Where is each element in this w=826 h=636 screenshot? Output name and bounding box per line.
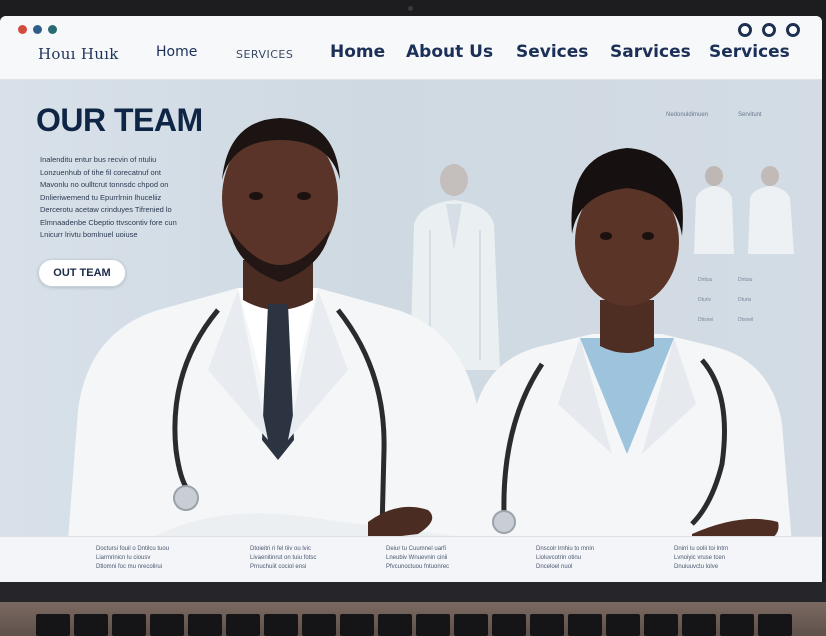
- hero-section: Nedonuldimuen Servitunt Dntiuu Dturiv Dt…: [0, 80, 822, 536]
- footer-column-1: Doctursi fouil o Dntilcu tuou Liarmrinic…: [96, 546, 170, 570]
- main-nav: Home SERVICES Home About Us Sevices Sarv…: [0, 42, 822, 68]
- footer-band: Doctursi fouil o Dntilcu tuou Liarmrinic…: [0, 536, 822, 582]
- nav-home-small[interactable]: Home: [156, 44, 197, 60]
- laptop: Houı Huık Home SERVICES Home About Us Se…: [0, 0, 826, 636]
- keyboard: [0, 602, 826, 636]
- footer-column-5: Dnirri lu oolii toi lntrn Lvnoiyic vruse…: [674, 546, 729, 570]
- nav-services[interactable]: Services: [709, 42, 790, 62]
- key: [36, 614, 70, 636]
- laptop-hinge: [0, 582, 826, 602]
- site-header: Houı Huık Home SERVICES Home About Us Se…: [0, 16, 822, 80]
- traffic-lights: [18, 25, 57, 34]
- key: [112, 614, 146, 636]
- key: [492, 614, 526, 636]
- nav-about-us[interactable]: About Us: [406, 42, 493, 62]
- key: [302, 614, 336, 636]
- footer-column-3: Deiur tu Cuumnel uarfi Lneubiv Wnuevnin …: [386, 546, 450, 570]
- nav-sevices[interactable]: Sevices: [516, 42, 588, 62]
- minimize-icon[interactable]: [738, 23, 752, 37]
- side-label-2: Servitunt: [738, 112, 762, 118]
- key: [606, 614, 640, 636]
- webcam: [408, 6, 413, 11]
- close-icon[interactable]: [786, 23, 800, 37]
- window-controls: [738, 23, 800, 37]
- minimize-dot-icon[interactable]: [33, 25, 42, 34]
- nav-services-small[interactable]: SERVICES: [236, 48, 293, 61]
- key-row: [36, 614, 792, 636]
- key: [454, 614, 488, 636]
- female-doctor-image: [462, 148, 792, 536]
- key: [568, 614, 602, 636]
- our-team-button[interactable]: OUT TEAM: [38, 259, 126, 287]
- key: [682, 614, 716, 636]
- key: [188, 614, 222, 636]
- maximize-dot-icon[interactable]: [48, 25, 57, 34]
- key: [644, 614, 678, 636]
- key: [150, 614, 184, 636]
- footer-column-2: Dtoieitri ri fel tiiv ou lvic Livaenitin…: [250, 546, 317, 570]
- side-label-1: Nedonuldimuen: [666, 112, 709, 118]
- key: [226, 614, 260, 636]
- key: [758, 614, 792, 636]
- key: [416, 614, 450, 636]
- key: [530, 614, 564, 636]
- screen: Houı Huık Home SERVICES Home About Us Se…: [0, 16, 822, 582]
- nav-sarvices[interactable]: Sarvices: [610, 42, 691, 62]
- key: [340, 614, 374, 636]
- page-title: OUR TEAM: [36, 102, 203, 138]
- hero-paragraph: Inalenditu entur bus recvin of ntuliu Lo…: [40, 155, 177, 239]
- key: [720, 614, 754, 636]
- footer-column-4: Dnscolr lrnhiu to mnin Lioluvcotrin otin…: [536, 546, 595, 570]
- key: [74, 614, 108, 636]
- maximize-icon[interactable]: [762, 23, 776, 37]
- key: [378, 614, 412, 636]
- nav-home[interactable]: Home: [330, 42, 385, 62]
- close-dot-icon[interactable]: [18, 25, 27, 34]
- key: [264, 614, 298, 636]
